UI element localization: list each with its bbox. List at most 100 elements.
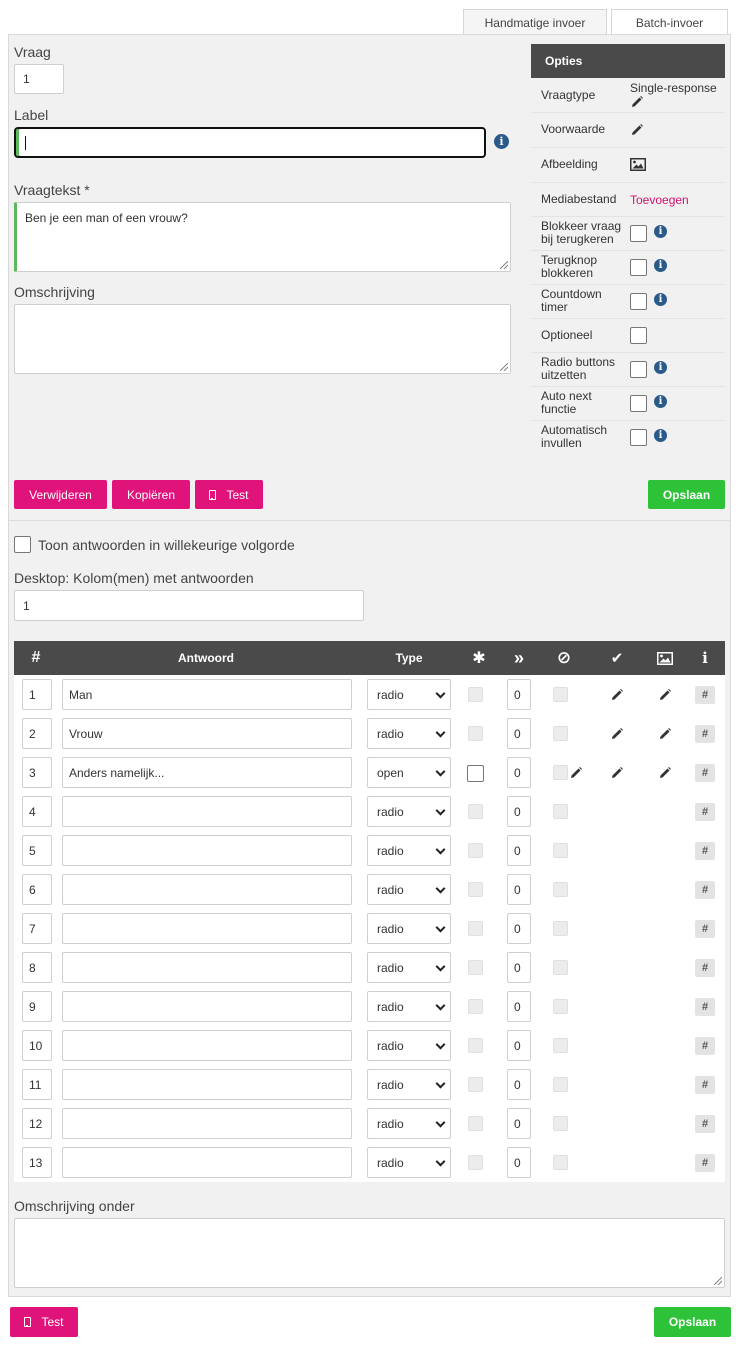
pencil-icon[interactable] — [658, 688, 672, 702]
answer-text-input[interactable] — [62, 1030, 352, 1061]
skip-input[interactable]: 0 — [507, 757, 531, 788]
hash-button[interactable]: # — [695, 881, 715, 899]
answer-number-input[interactable]: 1 — [22, 679, 52, 710]
skip-input[interactable]: 0 — [507, 718, 531, 749]
answer-text-input[interactable] — [62, 1147, 352, 1178]
skip-input[interactable]: 0 — [507, 679, 531, 710]
hash-button[interactable]: # — [695, 764, 715, 782]
hash-button[interactable]: # — [695, 725, 715, 743]
hash-button[interactable]: # — [695, 1037, 715, 1055]
answer-text-input[interactable] — [62, 874, 352, 905]
hash-button[interactable]: # — [695, 1115, 715, 1133]
answer-type-select[interactable]: radio — [367, 874, 451, 905]
skip-input[interactable]: 0 — [507, 835, 531, 866]
answer-number-input[interactable]: 2 — [22, 718, 52, 749]
answer-type-select[interactable]: radio — [367, 1147, 451, 1178]
answer-type-select[interactable]: radio — [367, 718, 451, 749]
answer-text-input[interactable] — [62, 796, 352, 827]
skip-input[interactable]: 0 — [507, 796, 531, 827]
answer-text-input[interactable] — [62, 991, 352, 1022]
answer-text-input[interactable]: Vrouw — [62, 718, 352, 749]
answer-type-select[interactable]: radio — [367, 1069, 451, 1100]
required-checkbox[interactable] — [467, 765, 484, 782]
answer-type-select[interactable]: radio — [367, 796, 451, 827]
pencil-icon[interactable] — [658, 727, 672, 741]
resize-handle[interactable] — [500, 261, 508, 269]
skip-input[interactable]: 0 — [507, 991, 531, 1022]
tab-batch-invoer[interactable]: Batch-invoer — [611, 9, 728, 35]
resize-handle[interactable] — [500, 363, 508, 371]
answer-number-input[interactable]: 6 — [22, 874, 52, 905]
hash-button[interactable]: # — [695, 803, 715, 821]
bottom-opslaan-button[interactable]: Opslaan — [654, 1307, 731, 1337]
answer-number-input[interactable]: 7 — [22, 913, 52, 944]
answer-type-select[interactable]: radio — [367, 913, 451, 944]
pencil-icon[interactable] — [610, 727, 624, 741]
pencil-icon[interactable] — [610, 766, 624, 780]
omschrijving-onder-textarea[interactable] — [14, 1218, 725, 1288]
pencil-icon[interactable] — [610, 688, 624, 702]
hash-button[interactable]: # — [695, 998, 715, 1016]
answer-number-input[interactable]: 4 — [22, 796, 52, 827]
skip-input[interactable]: 0 — [507, 952, 531, 983]
radio-buttons-info-icon[interactable]: i — [654, 361, 667, 374]
auto-next-checkbox[interactable] — [630, 395, 647, 412]
answer-number-input[interactable]: 10 — [22, 1030, 52, 1061]
hash-button[interactable]: # — [695, 1076, 715, 1094]
voorwaarde-edit-icon[interactable] — [630, 123, 644, 137]
vraagtekst-textarea[interactable]: Ben je een man of een vrouw? — [14, 202, 511, 272]
answer-type-select[interactable]: radio — [367, 952, 451, 983]
answer-number-input[interactable]: 12 — [22, 1108, 52, 1139]
countdown-info-icon[interactable]: i — [654, 293, 667, 306]
verwijderen-button[interactable]: Verwijderen — [14, 480, 107, 509]
resize-handle[interactable] — [714, 1277, 722, 1285]
blokkeer-vraag-checkbox[interactable] — [630, 225, 647, 242]
hash-button[interactable]: # — [695, 842, 715, 860]
label-input[interactable] — [14, 127, 486, 158]
skip-input[interactable]: 0 — [507, 1030, 531, 1061]
tab-handmatige-invoer[interactable]: Handmatige invoer — [463, 9, 607, 35]
random-order-checkbox[interactable] — [14, 536, 31, 553]
countdown-checkbox[interactable] — [630, 293, 647, 310]
answer-text-input[interactable] — [62, 952, 352, 983]
answer-text-input[interactable] — [62, 1108, 352, 1139]
hash-button[interactable]: # — [695, 920, 715, 938]
answer-text-input[interactable] — [62, 835, 352, 866]
label-info-icon[interactable]: i — [494, 134, 509, 149]
skip-input[interactable]: 0 — [507, 913, 531, 944]
hash-button[interactable]: # — [695, 959, 715, 977]
columns-input[interactable]: 1 — [14, 590, 364, 621]
vraag-number-input[interactable]: 1 — [14, 64, 64, 94]
skip-input[interactable]: 0 — [507, 874, 531, 905]
answer-number-input[interactable]: 9 — [22, 991, 52, 1022]
opslaan-button[interactable]: Opslaan — [648, 480, 725, 509]
test-button[interactable]: Test — [195, 480, 263, 509]
answer-type-select[interactable]: radio — [367, 1108, 451, 1139]
answer-number-input[interactable]: 5 — [22, 835, 52, 866]
answer-number-input[interactable]: 13 — [22, 1147, 52, 1178]
radio-buttons-checkbox[interactable] — [630, 361, 647, 378]
pencil-icon[interactable] — [569, 766, 583, 780]
pencil-icon[interactable] — [658, 766, 672, 780]
auto-next-info-icon[interactable]: i — [654, 395, 667, 408]
answer-text-input[interactable] — [62, 1069, 352, 1100]
answer-type-select[interactable]: open — [367, 757, 451, 788]
skip-input[interactable]: 0 — [507, 1069, 531, 1100]
kopieren-button[interactable]: Kopiëren — [112, 480, 190, 509]
optioneel-checkbox[interactable] — [630, 327, 647, 344]
answer-type-select[interactable]: radio — [367, 991, 451, 1022]
automatisch-invullen-info-icon[interactable]: i — [654, 429, 667, 442]
mediabestand-add-link[interactable]: Toevoegen — [630, 193, 689, 207]
answer-type-select[interactable]: radio — [367, 679, 451, 710]
omschrijving-textarea[interactable] — [14, 304, 511, 374]
skip-input[interactable]: 0 — [507, 1147, 531, 1178]
afbeelding-image-icon[interactable] — [630, 158, 646, 171]
terugknop-info-icon[interactable]: i — [654, 259, 667, 272]
answer-text-input[interactable] — [62, 913, 352, 944]
answer-text-input[interactable]: Man — [62, 679, 352, 710]
answer-number-input[interactable]: 8 — [22, 952, 52, 983]
vraagtype-edit-icon[interactable] — [630, 95, 644, 109]
answer-text-input[interactable]: Anders namelijk... — [62, 757, 352, 788]
answer-number-input[interactable]: 11 — [22, 1069, 52, 1100]
answer-type-select[interactable]: radio — [367, 835, 451, 866]
